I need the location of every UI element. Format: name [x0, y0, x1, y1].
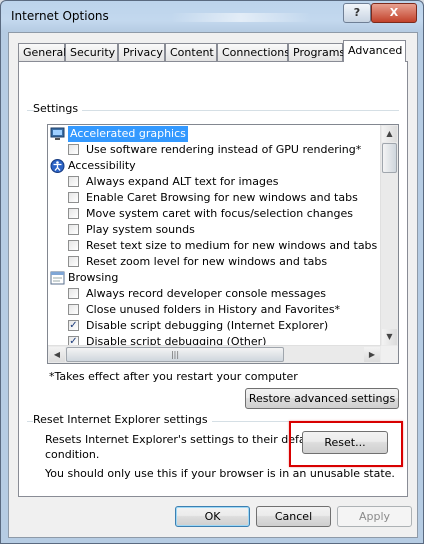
scroll-up-arrow-icon[interactable]: ▲: [382, 126, 397, 142]
vertical-scrollbar[interactable]: ▲ ▼: [380, 125, 398, 346]
setting-label: Use software rendering instead of GPU re…: [86, 143, 362, 156]
dialog-client-area: General Security Privacy Content Connect…: [8, 32, 418, 538]
checkbox[interactable]: [68, 224, 79, 235]
ok-button[interactable]: OK: [175, 506, 250, 527]
checkbox-checked[interactable]: ✓: [68, 320, 79, 331]
monitor-icon: [50, 127, 65, 140]
cancel-button[interactable]: Cancel: [256, 506, 331, 527]
section-label: Browsing: [68, 271, 119, 284]
setting-label: Move system caret with focus/selection c…: [86, 207, 353, 220]
checkbox[interactable]: [68, 288, 79, 299]
internet-options-window: Internet Options ? X General Security Pr…: [0, 0, 424, 544]
reset-group-label: Reset Internet Explorer settings: [33, 413, 212, 426]
horizontal-scrollbar[interactable]: ◀ ||| ▶: [48, 345, 381, 363]
horizontal-scroll-thumb[interactable]: |||: [66, 347, 284, 362]
checkbox[interactable]: [68, 192, 79, 203]
browsing-icon: [50, 271, 65, 285]
setting-label: Close unused folders in History and Favo…: [86, 303, 341, 316]
scroll-left-arrow-icon[interactable]: ◀: [49, 347, 65, 362]
tab-connections[interactable]: Connections: [217, 43, 290, 61]
setting-label: Reset text size to medium for new window…: [86, 239, 378, 252]
advanced-tab-panel: Settings Accelerated graphics Use softwa…: [18, 61, 408, 497]
window-title: Internet Options: [11, 9, 109, 23]
scrollbar-corner: [381, 346, 398, 363]
setting-label: Always expand ALT text for images: [86, 175, 279, 188]
tab-content[interactable]: Content: [165, 43, 217, 61]
tab-privacy[interactable]: Privacy: [118, 43, 165, 61]
reset-description-line2: condition.: [45, 448, 100, 461]
setting-label: Play system sounds: [86, 223, 195, 236]
tab-security[interactable]: Security: [65, 43, 118, 61]
checkbox[interactable]: [68, 144, 79, 155]
accessibility-icon: [50, 159, 65, 173]
tab-advanced[interactable]: Advanced: [343, 40, 406, 62]
tab-programs[interactable]: Programs: [288, 43, 345, 61]
tab-general[interactable]: General: [18, 43, 66, 61]
checkbox[interactable]: [68, 208, 79, 219]
section-label: Accelerated graphics: [68, 126, 188, 142]
restart-note: *Takes effect after you restart your com…: [49, 370, 298, 383]
setting-label: Disable script debugging (Internet Explo…: [86, 319, 329, 332]
section-label: Accessibility: [68, 159, 136, 172]
setting-label: Enable Caret Browsing for new windows an…: [86, 191, 358, 204]
scroll-right-arrow-icon[interactable]: ▶: [364, 347, 380, 362]
setting-label: Always record developer console messages: [86, 287, 326, 300]
reset-description-line1: Resets Internet Explorer's settings to t…: [45, 433, 320, 446]
title-bar-glass: [171, 13, 311, 22]
scroll-down-arrow-icon[interactable]: ▼: [382, 329, 397, 345]
checkbox[interactable]: [68, 240, 79, 251]
settings-group-line: [27, 110, 399, 111]
reset-warning: You should only use this if your browser…: [45, 467, 395, 480]
help-button[interactable]: ?: [343, 3, 371, 23]
reset-button[interactable]: Reset...: [302, 431, 388, 454]
checkbox[interactable]: [68, 304, 79, 315]
checkbox[interactable]: [68, 176, 79, 187]
settings-group-label: Settings: [33, 102, 83, 115]
checkbox[interactable]: [68, 256, 79, 267]
advanced-settings-list[interactable]: Accelerated graphics Use software render…: [47, 124, 399, 364]
close-button[interactable]: X: [371, 3, 417, 23]
restore-advanced-settings-button[interactable]: Restore advanced settings: [245, 388, 399, 409]
vertical-scroll-thumb[interactable]: [382, 143, 397, 173]
apply-button[interactable]: Apply: [337, 506, 412, 527]
title-bar[interactable]: Internet Options ? X: [1, 1, 423, 31]
setting-label: Reset zoom level for new windows and tab…: [86, 255, 328, 268]
